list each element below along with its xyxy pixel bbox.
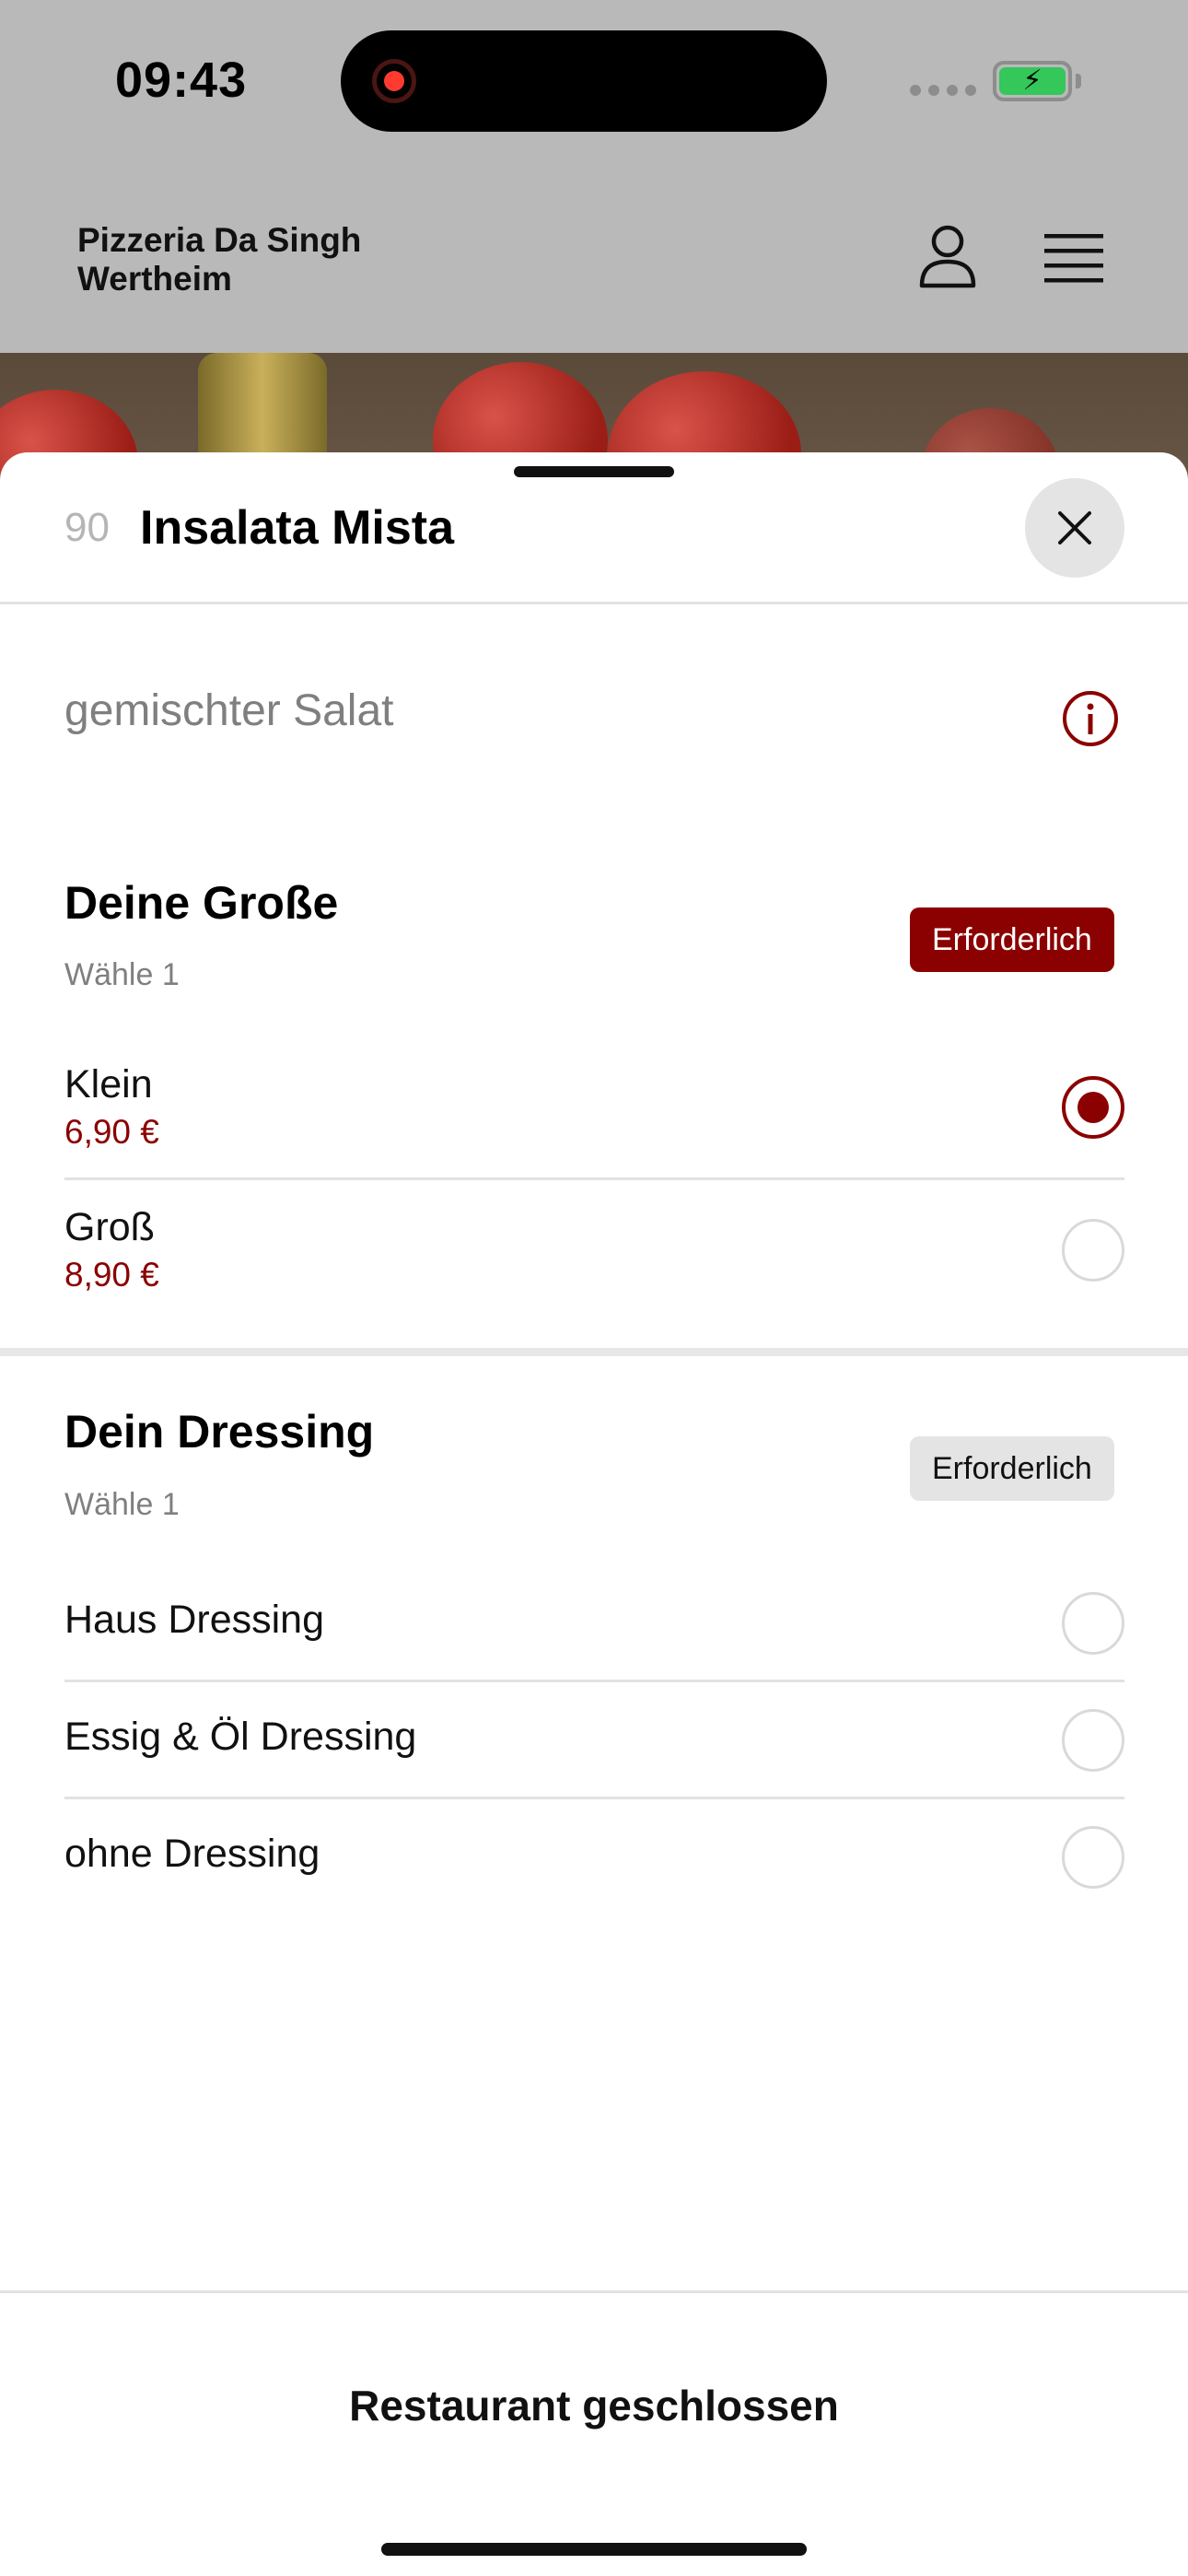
item-detail-sheet: 90 Insalata Mista gemischter Salat Deine… — [0, 452, 1188, 2576]
group-divider — [0, 1348, 1188, 1356]
size-group-subtitle: Wähle 1 — [64, 957, 180, 992]
recording-indicator-icon — [372, 59, 416, 103]
option-name: Groß — [64, 1205, 155, 1249]
close-icon — [1058, 511, 1091, 544]
option-name: ohne Dressing — [64, 1832, 320, 1876]
dressing-option-haus[interactable]: Haus Dressing — [64, 1598, 1124, 1643]
divider — [64, 1797, 1124, 1799]
size-klein-radio[interactable] — [1062, 1076, 1124, 1139]
cellular-signal-icon — [910, 85, 976, 96]
close-button[interactable] — [1025, 478, 1124, 578]
restaurant-closed-button[interactable]: Restaurant geschlossen — [0, 2381, 1188, 2430]
dressing-option-essig-oel[interactable]: Essig & Öl Dressing — [64, 1715, 1124, 1760]
option-name: Haus Dressing — [64, 1598, 324, 1642]
hamburger-menu-icon[interactable] — [1044, 232, 1103, 284]
battery-icon: ⚡ — [993, 61, 1072, 101]
restaurant-city: Wertheim — [77, 260, 232, 298]
dressing-option-ohne[interactable]: ohne Dressing — [64, 1832, 1124, 1877]
item-description: gemischter Salat — [64, 686, 394, 735]
restaurant-title[interactable]: Pizzeria Da Singh Wertheim — [77, 221, 361, 299]
item-number: 90 — [64, 505, 110, 550]
sheet-header: 90 Insalata Mista — [0, 452, 1188, 604]
size-required-badge: Erforderlich — [910, 907, 1114, 972]
dressing-ohne-radio[interactable] — [1062, 1826, 1124, 1889]
battery-cap — [1076, 74, 1081, 88]
dressing-group-title: Dein Dressing — [64, 1406, 375, 1458]
option-price: 8,90 € — [64, 1256, 159, 1294]
option-name: Klein — [64, 1062, 153, 1107]
charging-bolt-icon: ⚡ — [1022, 65, 1042, 96]
size-gross-radio[interactable] — [1062, 1219, 1124, 1282]
dynamic-island — [341, 30, 827, 132]
item-title: Insalata Mista — [140, 501, 455, 555]
info-icon[interactable] — [1062, 690, 1119, 747]
divider — [64, 1177, 1124, 1180]
dressing-group-subtitle: Wähle 1 — [64, 1487, 180, 1522]
divider — [64, 1680, 1124, 1682]
status-bar: 09:43 ⚡ — [0, 0, 1188, 166]
dressing-required-badge: Erforderlich — [910, 1436, 1114, 1501]
footer-divider — [0, 2290, 1188, 2293]
option-name: Essig & Öl Dressing — [64, 1715, 417, 1759]
dressing-haus-radio[interactable] — [1062, 1592, 1124, 1655]
option-price: 6,90 € — [64, 1113, 159, 1151]
size-group-title: Deine Große — [64, 877, 339, 929]
home-indicator[interactable] — [381, 2543, 807, 2556]
status-time: 09:43 — [115, 53, 248, 108]
user-icon[interactable] — [916, 223, 979, 289]
size-option-klein[interactable]: Klein 6,90 € — [64, 1062, 1124, 1152]
restaurant-name: Pizzeria Da Singh — [77, 221, 362, 259]
dressing-essig-oel-radio[interactable] — [1062, 1709, 1124, 1772]
size-option-gross[interactable]: Groß 8,90 € — [64, 1205, 1124, 1294]
